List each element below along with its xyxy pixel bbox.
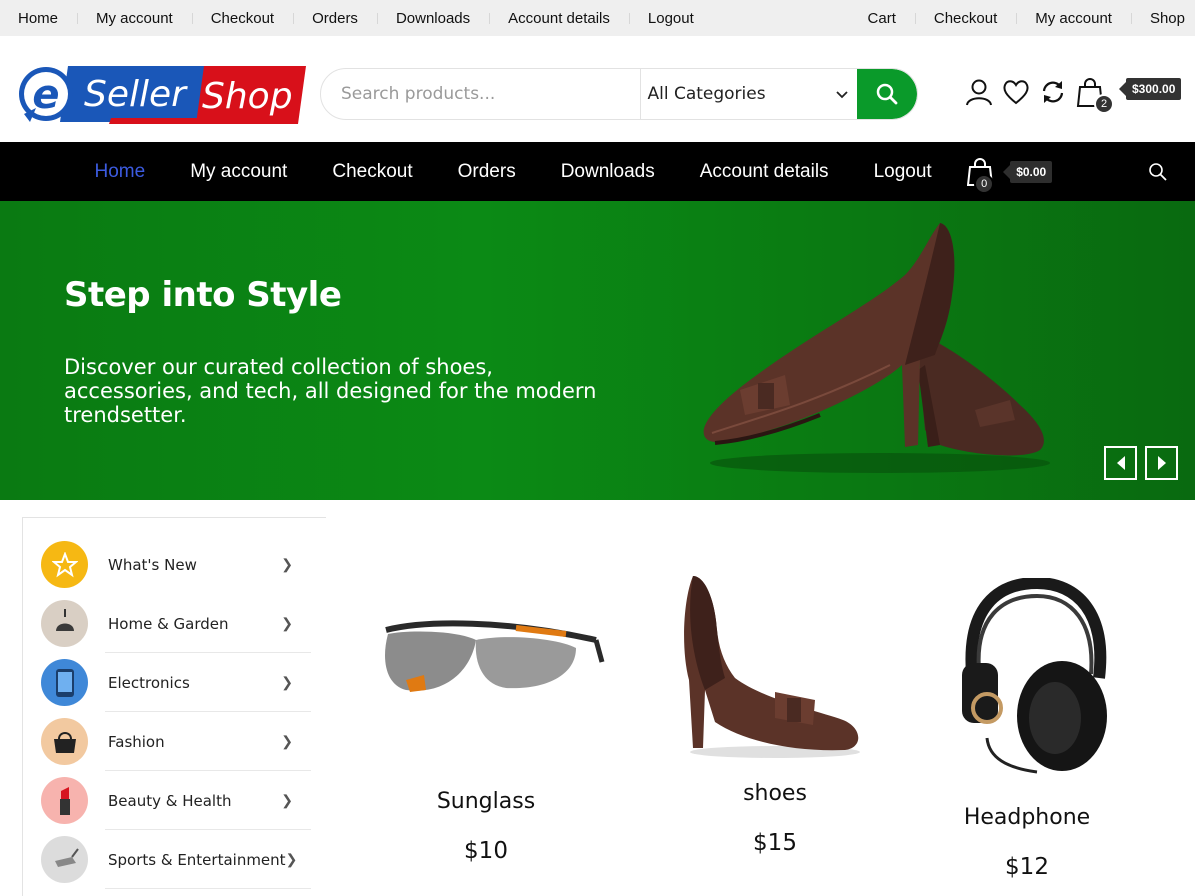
nav-cart-button[interactable]: 0 [960,152,1000,194]
top-link-shop[interactable]: Shop [1130,10,1195,27]
hero-prev-button[interactable] [1104,446,1137,480]
chevron-right-icon: ❯ [281,556,293,572]
search-icon [1149,163,1167,181]
header-icons: 2 [960,74,1114,114]
top-link-account-details[interactable]: Account details [489,10,629,27]
category-sports-entertainment[interactable]: Sports & Entertainment ❯ [41,830,311,889]
triangle-left-icon [1116,456,1125,470]
top-link-my-account[interactable]: My account [77,10,192,27]
nav-my-account[interactable]: My account [168,161,310,183]
category-label: Fashion [108,732,165,751]
top-utility-bar: Home My account Checkout Orders Download… [0,0,1195,36]
category-electronics[interactable]: Electronics ❯ [41,653,311,712]
category-label: Electronics [108,673,190,692]
site-header: e Seller Shop All Categories 2 $300.00 [0,36,1195,142]
main-navigation: Home My account Checkout Orders Download… [0,142,1195,201]
handbag-icon [41,718,88,765]
hero-banner: Step into Style Discover our curated col… [0,201,1195,500]
search-icon [876,83,898,105]
user-icon [965,79,992,106]
nav-checkout[interactable]: Checkout [310,161,435,183]
refresh-compare-icon [1042,81,1063,103]
compare-button[interactable] [1034,74,1071,110]
triangle-right-icon [1157,456,1166,470]
product-card-sunglass[interactable]: Sunglass $10 [376,590,605,864]
shoe-image [684,576,860,758]
category-select-value: All Categories [647,84,766,104]
hero-title: Step into Style [64,275,342,315]
wishlist-button[interactable] [997,74,1034,110]
top-link-home[interactable]: Home [0,10,77,27]
product-card-headphone[interactable]: Headphone $12 [917,576,1137,880]
nav-search-button[interactable] [1148,162,1168,187]
chevron-right-icon: ❯ [285,851,298,867]
eseller-shop-logo[interactable]: e Seller Shop [16,62,306,126]
product-name: Headphone [963,805,1091,830]
hero-shoes-image [703,223,1050,473]
top-links-right: Cart Checkout My account Shop [849,0,1195,36]
cart-count-badge: 2 [1094,94,1114,114]
svg-text:e: e [32,72,59,118]
category-fashion[interactable]: Fashion ❯ [41,712,311,771]
svg-text:Shop: Shop [202,76,293,117]
top-link-downloads[interactable]: Downloads [376,10,489,27]
top-link-my-account-right[interactable]: My account [1016,10,1131,27]
account-button[interactable] [960,74,997,110]
category-select[interactable]: All Categories [640,69,857,119]
product-price: $12 [1005,854,1049,880]
sunglasses-image [385,620,605,692]
nav-logout[interactable]: Logout [851,161,954,183]
star-icon [41,541,88,588]
product-price: $10 [464,838,508,864]
heart-icon [1002,80,1029,105]
chevron-right-icon: ❯ [281,615,293,631]
chevron-right-icon: ❯ [281,792,293,808]
chevron-right-icon: ❯ [281,733,293,749]
product-card-shoes[interactable]: shoes $15 [665,570,885,856]
category-label: Home & Garden [108,614,229,633]
nav-account-details[interactable]: Account details [677,161,851,183]
top-link-cart[interactable]: Cart [849,10,915,27]
chevron-right-icon: ❯ [281,674,293,690]
product-name: Sunglass [436,789,536,814]
hero-next-button[interactable] [1145,446,1178,480]
cart-total-tag: $300.00 [1118,78,1182,100]
nav-cart-total-tag: $0.00 [1003,160,1053,183]
category-sidebar: What's New ❯ Home & Garden ❯ Electronics… [22,517,326,896]
lamp-icon [41,600,88,647]
search-input[interactable] [321,69,641,119]
product-search-bar: All Categories [320,68,918,120]
top-links-left: Home My account Checkout Orders Download… [0,0,713,36]
hero-description: Discover our curated collection of shoes… [64,355,597,427]
nav-home[interactable]: Home [72,161,168,183]
nav-orders[interactable]: Orders [435,161,538,183]
category-whats-new[interactable]: What's New ❯ [41,535,293,594]
cart-button[interactable]: 2 [1071,74,1114,114]
category-beauty-health[interactable]: Beauty & Health ❯ [41,771,311,830]
top-link-checkout-right[interactable]: Checkout [914,10,1016,27]
svg-text:Seller: Seller [84,74,188,115]
category-label: What's New [108,555,197,574]
search-button[interactable] [857,69,917,119]
product-name: shoes [743,781,807,806]
nav-cart-count-badge: 0 [974,173,995,194]
nav-downloads[interactable]: Downloads [538,161,677,183]
category-label: Beauty & Health [108,791,232,810]
category-home-garden[interactable]: Home & Garden ❯ [41,594,311,653]
top-link-checkout[interactable]: Checkout [191,10,293,27]
chevron-down-icon [836,91,848,99]
lipstick-icon [41,777,88,824]
top-link-orders[interactable]: Orders [293,10,377,27]
phone-icon [41,659,88,706]
headphone-image [962,576,1107,774]
top-link-logout[interactable]: Logout [628,10,713,27]
golf-club-icon [41,836,88,883]
category-label: Sports & Entertainment [108,850,286,869]
product-price: $15 [753,830,797,856]
divider [105,888,311,889]
